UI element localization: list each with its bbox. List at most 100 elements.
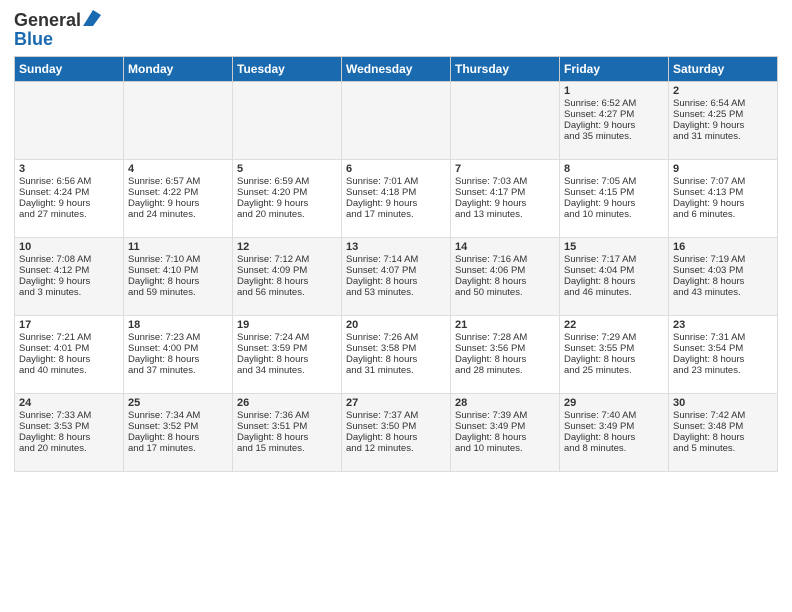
day-info: and 17 minutes. xyxy=(128,443,228,454)
day-number: 12 xyxy=(237,241,337,253)
day-number: 23 xyxy=(673,319,773,331)
day-info: Sunrise: 7:40 AM xyxy=(564,410,664,421)
day-info: Sunrise: 6:56 AM xyxy=(19,176,119,187)
day-info: Sunrise: 7:23 AM xyxy=(128,332,228,343)
day-info: and 56 minutes. xyxy=(237,287,337,298)
day-info: Sunrise: 7:03 AM xyxy=(455,176,555,187)
day-info: and 59 minutes. xyxy=(128,287,228,298)
calendar-cell: 3Sunrise: 6:56 AMSunset: 4:24 PMDaylight… xyxy=(15,160,124,238)
calendar-cell: 14Sunrise: 7:16 AMSunset: 4:06 PMDayligh… xyxy=(451,238,560,316)
day-info: and 20 minutes. xyxy=(19,443,119,454)
calendar-cell: 27Sunrise: 7:37 AMSunset: 3:50 PMDayligh… xyxy=(342,394,451,472)
day-info: and 10 minutes. xyxy=(455,443,555,454)
day-info: Sunset: 4:24 PM xyxy=(19,187,119,198)
day-info: Sunset: 4:27 PM xyxy=(564,109,664,120)
calendar-cell: 10Sunrise: 7:08 AMSunset: 4:12 PMDayligh… xyxy=(15,238,124,316)
logo-blue: Blue xyxy=(14,29,101,50)
day-info: Sunset: 4:15 PM xyxy=(564,187,664,198)
day-info: Daylight: 8 hours xyxy=(19,354,119,365)
day-info: and 24 minutes. xyxy=(128,209,228,220)
day-info: Daylight: 8 hours xyxy=(564,276,664,287)
calendar-cell: 24Sunrise: 7:33 AMSunset: 3:53 PMDayligh… xyxy=(15,394,124,472)
day-info: Daylight: 9 hours xyxy=(673,198,773,209)
page-container: General Blue SundayMondayTuesdayWednesda… xyxy=(0,0,792,612)
calendar-cell: 1Sunrise: 6:52 AMSunset: 4:27 PMDaylight… xyxy=(560,82,669,160)
day-info: Sunrise: 7:36 AM xyxy=(237,410,337,421)
day-info: and 34 minutes. xyxy=(237,365,337,376)
day-info: Daylight: 9 hours xyxy=(19,198,119,209)
day-number: 11 xyxy=(128,241,228,253)
day-number: 21 xyxy=(455,319,555,331)
col-header-thursday: Thursday xyxy=(451,57,560,82)
day-info: Sunset: 3:59 PM xyxy=(237,343,337,354)
calendar-cell: 2Sunrise: 6:54 AMSunset: 4:25 PMDaylight… xyxy=(669,82,778,160)
day-number: 15 xyxy=(564,241,664,253)
day-info: Daylight: 9 hours xyxy=(346,198,446,209)
calendar-cell: 16Sunrise: 7:19 AMSunset: 4:03 PMDayligh… xyxy=(669,238,778,316)
day-info: Sunset: 3:50 PM xyxy=(346,421,446,432)
day-number: 5 xyxy=(237,163,337,175)
day-info: Sunrise: 7:01 AM xyxy=(346,176,446,187)
day-number: 30 xyxy=(673,397,773,409)
day-number: 2 xyxy=(673,85,773,97)
day-info: and 8 minutes. xyxy=(564,443,664,454)
calendar-cell: 28Sunrise: 7:39 AMSunset: 3:49 PMDayligh… xyxy=(451,394,560,472)
day-info: Sunset: 4:04 PM xyxy=(564,265,664,276)
day-info: and 15 minutes. xyxy=(237,443,337,454)
day-info: Daylight: 9 hours xyxy=(673,120,773,131)
day-info: and 20 minutes. xyxy=(237,209,337,220)
day-number: 9 xyxy=(673,163,773,175)
day-info: and 43 minutes. xyxy=(673,287,773,298)
day-info: Sunrise: 7:19 AM xyxy=(673,254,773,265)
day-info: Daylight: 8 hours xyxy=(673,276,773,287)
day-number: 13 xyxy=(346,241,446,253)
day-info: Sunrise: 7:37 AM xyxy=(346,410,446,421)
col-header-monday: Monday xyxy=(124,57,233,82)
day-number: 1 xyxy=(564,85,664,97)
calendar-week-2: 3Sunrise: 6:56 AMSunset: 4:24 PMDaylight… xyxy=(15,160,778,238)
day-info: and 27 minutes. xyxy=(19,209,119,220)
day-info: Sunrise: 7:29 AM xyxy=(564,332,664,343)
logo-icon xyxy=(83,10,101,26)
day-info: Daylight: 8 hours xyxy=(455,276,555,287)
day-info: Sunset: 3:52 PM xyxy=(128,421,228,432)
day-number: 17 xyxy=(19,319,119,331)
day-info: Sunrise: 7:05 AM xyxy=(564,176,664,187)
calendar-cell: 23Sunrise: 7:31 AMSunset: 3:54 PMDayligh… xyxy=(669,316,778,394)
day-info: Sunrise: 7:12 AM xyxy=(237,254,337,265)
day-info: Sunrise: 6:54 AM xyxy=(673,98,773,109)
day-info: Daylight: 8 hours xyxy=(673,432,773,443)
calendar-cell: 18Sunrise: 7:23 AMSunset: 4:00 PMDayligh… xyxy=(124,316,233,394)
day-info: Sunset: 4:01 PM xyxy=(19,343,119,354)
calendar-cell xyxy=(342,82,451,160)
day-info: Sunset: 3:51 PM xyxy=(237,421,337,432)
day-info: Sunset: 4:10 PM xyxy=(128,265,228,276)
day-info: Sunrise: 6:59 AM xyxy=(237,176,337,187)
calendar-cell: 22Sunrise: 7:29 AMSunset: 3:55 PMDayligh… xyxy=(560,316,669,394)
day-number: 20 xyxy=(346,319,446,331)
day-info: Sunset: 3:48 PM xyxy=(673,421,773,432)
day-number: 16 xyxy=(673,241,773,253)
day-info: Sunrise: 7:21 AM xyxy=(19,332,119,343)
calendar-cell: 21Sunrise: 7:28 AMSunset: 3:56 PMDayligh… xyxy=(451,316,560,394)
logo: General Blue xyxy=(14,10,101,50)
day-info: Daylight: 8 hours xyxy=(564,354,664,365)
calendar-cell: 17Sunrise: 7:21 AMSunset: 4:01 PMDayligh… xyxy=(15,316,124,394)
calendar-cell: 20Sunrise: 7:26 AMSunset: 3:58 PMDayligh… xyxy=(342,316,451,394)
calendar-cell: 7Sunrise: 7:03 AMSunset: 4:17 PMDaylight… xyxy=(451,160,560,238)
day-info: Daylight: 8 hours xyxy=(128,276,228,287)
day-number: 4 xyxy=(128,163,228,175)
calendar-cell: 8Sunrise: 7:05 AMSunset: 4:15 PMDaylight… xyxy=(560,160,669,238)
day-info: Sunset: 4:17 PM xyxy=(455,187,555,198)
day-info: Sunset: 4:18 PM xyxy=(346,187,446,198)
logo-line1: General xyxy=(14,10,101,31)
day-info: Daylight: 8 hours xyxy=(128,432,228,443)
calendar-cell: 30Sunrise: 7:42 AMSunset: 3:48 PMDayligh… xyxy=(669,394,778,472)
calendar-cell: 15Sunrise: 7:17 AMSunset: 4:04 PMDayligh… xyxy=(560,238,669,316)
day-number: 22 xyxy=(564,319,664,331)
calendar-cell: 26Sunrise: 7:36 AMSunset: 3:51 PMDayligh… xyxy=(233,394,342,472)
day-info: and 13 minutes. xyxy=(455,209,555,220)
day-info: Sunrise: 7:31 AM xyxy=(673,332,773,343)
day-info: Sunset: 4:06 PM xyxy=(455,265,555,276)
logo-general: General xyxy=(14,10,81,31)
